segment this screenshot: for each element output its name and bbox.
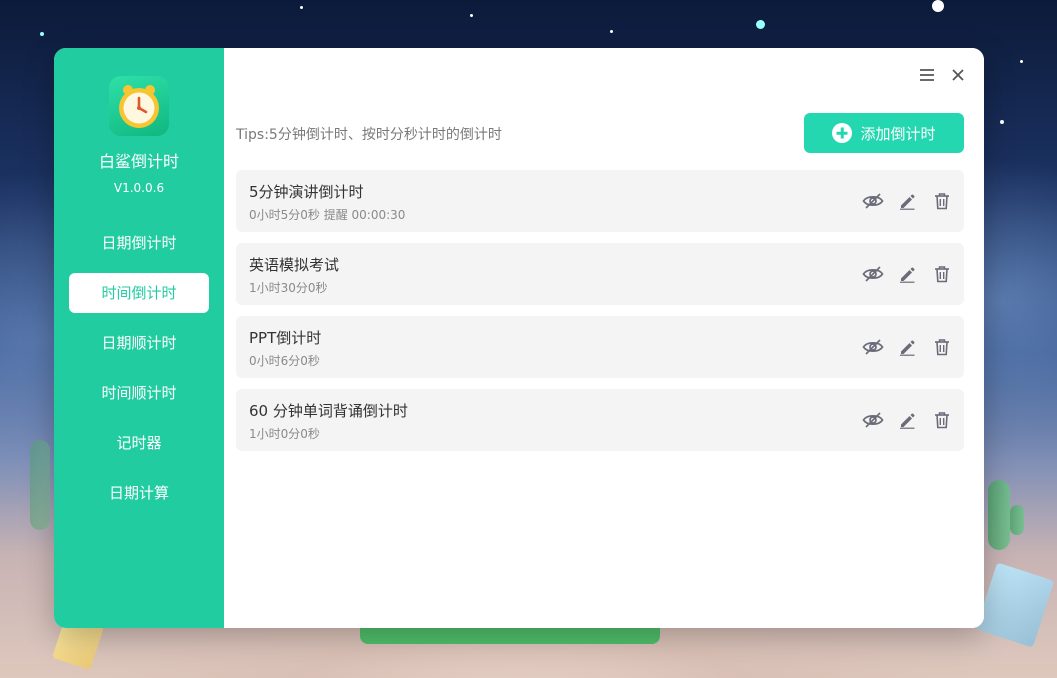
alarm-clock-logo-icon <box>109 76 169 136</box>
edit-pencil-icon[interactable] <box>895 335 919 359</box>
cactus <box>988 480 1010 550</box>
timer-title: 英语模拟考试 <box>249 256 340 274</box>
eye-off-icon[interactable] <box>861 262 885 286</box>
cactus <box>1010 505 1024 535</box>
timer-title: 60 分钟单词背诵倒计时 <box>249 402 408 420</box>
app-window: 白鲨倒计时 V1.0.0.6 日期倒计时 时间倒计时 日期顺计时 时间顺计时 记… <box>54 48 984 628</box>
cactus <box>30 440 50 530</box>
sidebar-item-date-countdown[interactable]: 日期倒计时 <box>69 223 209 263</box>
timer-duration: 1小时30分0秒 <box>249 281 328 295</box>
timer-card[interactable]: 60 分钟单词背诵倒计时 1小时0分0秒 <box>236 389 964 451</box>
main-panel: Tips:5分钟倒计时、按时分秒计时的倒计时 添加倒计时 5分钟演讲倒计时 0小… <box>224 48 984 628</box>
sidebar-item-time-countup[interactable]: 时间顺计时 <box>69 373 209 413</box>
star <box>1000 120 1004 124</box>
eye-off-icon[interactable] <box>861 189 885 213</box>
star <box>470 14 473 17</box>
eye-off-icon[interactable] <box>861 408 885 432</box>
star <box>40 32 44 36</box>
star <box>300 6 303 9</box>
timer-card[interactable]: PPT倒计时 0小时6分0秒 <box>236 316 964 378</box>
edit-pencil-icon[interactable] <box>895 189 919 213</box>
star <box>1020 60 1023 63</box>
trash-icon[interactable] <box>930 189 954 213</box>
star <box>610 30 613 33</box>
trash-icon[interactable] <box>930 335 954 359</box>
timer-duration: 0小时6分0秒 <box>249 354 320 368</box>
eye-off-icon[interactable] <box>861 335 885 359</box>
sidebar-item-stopwatch[interactable]: 记时器 <box>69 423 209 463</box>
sidebar-item-time-countdown[interactable]: 时间倒计时 <box>69 273 209 313</box>
tips-text: Tips:5分钟倒计时、按时分秒计时的倒计时 <box>236 127 502 143</box>
timer-card[interactable]: 5分钟演讲倒计时 0小时5分0秒 提醒 00:00:30 <box>236 170 964 232</box>
trash-icon[interactable] <box>930 408 954 432</box>
sidebar-item-date-calc[interactable]: 日期计算 <box>69 473 209 513</box>
crystal <box>975 562 1055 648</box>
edit-pencil-icon[interactable] <box>895 262 919 286</box>
star <box>756 20 765 29</box>
app-name: 白鲨倒计时 <box>98 152 179 171</box>
edit-pencil-icon[interactable] <box>895 408 919 432</box>
trash-icon[interactable] <box>930 262 954 286</box>
sidebar: 白鲨倒计时 V1.0.0.6 日期倒计时 时间倒计时 日期顺计时 时间顺计时 记… <box>54 48 224 628</box>
plus-circle-icon <box>832 123 853 143</box>
star <box>932 0 944 12</box>
timer-duration: 0小时5分0秒 提醒 00:00:30 <box>249 208 406 222</box>
add-countdown-label: 添加倒计时 <box>860 124 936 143</box>
timer-title: 5分钟演讲倒计时 <box>249 183 364 201</box>
timer-duration: 1小时0分0秒 <box>249 427 320 441</box>
app-version: V1.0.0.6 <box>113 181 165 195</box>
close-icon[interactable] <box>947 64 969 86</box>
hamburger-menu-icon[interactable] <box>916 64 938 86</box>
grass-platform <box>360 628 660 644</box>
timer-card[interactable]: 英语模拟考试 1小时30分0秒 <box>236 243 964 305</box>
sidebar-item-date-countup[interactable]: 日期顺计时 <box>69 323 209 363</box>
add-countdown-button[interactable]: 添加倒计时 <box>804 113 964 153</box>
timer-title: PPT倒计时 <box>249 329 322 347</box>
